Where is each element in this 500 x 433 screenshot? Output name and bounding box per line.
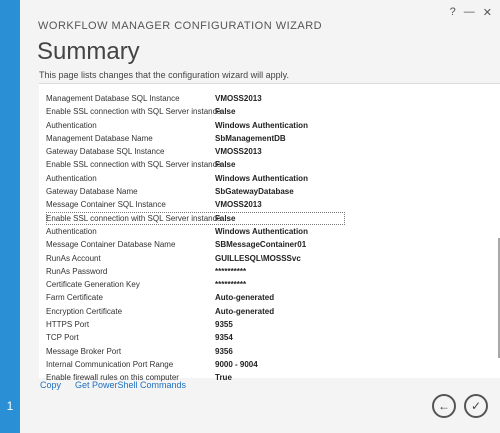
- row-key: Farm Certificate: [46, 293, 103, 303]
- minimize-icon[interactable]: —: [464, 6, 475, 19]
- row-key: Enable SSL connection with SQL Server in…: [46, 160, 222, 170]
- row-value: False: [215, 213, 236, 223]
- summary-row[interactable]: Management Database SQL Instance VMOSS201…: [46, 92, 495, 105]
- row-value: **********: [215, 266, 247, 276]
- summary-row[interactable]: Internal Communication Port Range 9000 - …: [46, 358, 495, 371]
- row-value: False: [215, 107, 236, 117]
- summary-panel[interactable]: Management Database SQL Instance VMOSS201…: [39, 83, 500, 382]
- row-value: VMOSS2013: [215, 147, 262, 157]
- summary-row[interactable]: Authentication Windows Authentication: [46, 172, 495, 185]
- summary-row[interactable]: Gateway Database SQL Instance VMOSS2013: [46, 145, 495, 158]
- row-key: Gateway Database Name: [46, 187, 138, 197]
- row-key: Internal Communication Port Range: [46, 359, 174, 369]
- row-value: VMOSS2013: [215, 200, 262, 210]
- window-controls: ? — ✕: [450, 6, 492, 19]
- row-key: Management Database SQL Instance: [46, 94, 180, 103]
- row-value: Windows Authentication: [215, 226, 308, 236]
- row-key: Authentication: [46, 226, 97, 236]
- back-arrow-icon: ←: [438, 399, 450, 413]
- back-button[interactable]: ←: [432, 394, 456, 418]
- wizard-title: WORKFLOW MANAGER CONFIGURATION WIZARD: [38, 20, 323, 32]
- row-key: TCP Port: [46, 333, 79, 343]
- row-key: Management Database Name: [46, 133, 153, 143]
- summary-row[interactable]: RunAs Account GUILLESQL\MOSSSvc: [46, 252, 495, 265]
- row-key: RunAs Account: [46, 253, 101, 263]
- row-value: 9355: [215, 320, 233, 330]
- row-value: Windows Authentication: [215, 173, 308, 183]
- summary-row[interactable]: Authentication Windows Authentication: [46, 225, 495, 238]
- summary-row[interactable]: RunAs Password **********: [46, 265, 495, 278]
- apply-button[interactable]: ✓: [464, 394, 488, 418]
- row-value: SbGatewayDatabase: [215, 187, 294, 197]
- row-value: **********: [215, 280, 247, 290]
- step-number: 1: [6, 399, 14, 413]
- summary-row[interactable]: Enable SSL connection with SQL Server in…: [46, 105, 495, 118]
- summary-row[interactable]: Message Container Database Name SBMessage…: [46, 238, 495, 251]
- summary-list: Management Database SQL Instance VMOSS201…: [46, 92, 495, 385]
- summary-row[interactable]: TCP Port 9354: [46, 331, 495, 344]
- summary-row[interactable]: Gateway Database Name SbGatewayDatabase: [46, 185, 495, 198]
- row-key: Gateway Database SQL Instance: [46, 147, 165, 157]
- row-value: SBMessageContainer01: [215, 240, 307, 250]
- checkmark-icon: ✓: [470, 399, 482, 413]
- copy-link[interactable]: Copy: [40, 380, 61, 390]
- summary-row-selected[interactable]: Enable SSL connection with SQL Server in…: [46, 211, 345, 225]
- row-value: 9354: [215, 333, 233, 343]
- wizard-navigation: ← ✓: [432, 394, 488, 418]
- row-key: Certificate Generation Key: [46, 280, 140, 290]
- row-value: Windows Authentication: [215, 120, 308, 130]
- get-powershell-commands-link[interactable]: Get PowerShell Commands: [75, 380, 186, 390]
- row-key: Authentication: [46, 173, 97, 183]
- row-key: Message Container Database Name: [46, 240, 176, 250]
- row-key: Authentication: [46, 120, 97, 130]
- row-value: 9356: [215, 346, 233, 356]
- row-value: VMOSS2013: [215, 94, 262, 103]
- summary-row[interactable]: Certificate Generation Key **********: [46, 278, 495, 291]
- row-value: GUILLESQL\MOSSSvc: [215, 253, 301, 263]
- summary-row[interactable]: Enable SSL connection with SQL Server in…: [46, 158, 495, 171]
- row-value: Auto-generated: [215, 306, 275, 316]
- summary-row[interactable]: Management Database Name SbManagementDB: [46, 132, 495, 145]
- row-value: False: [215, 160, 236, 170]
- step-sidebar: 1: [0, 0, 20, 433]
- close-icon[interactable]: ✕: [483, 6, 492, 19]
- row-value: SbManagementDB: [215, 133, 286, 143]
- row-value: True: [215, 373, 232, 383]
- row-key: Enable SSL connection with SQL Server in…: [46, 107, 222, 117]
- summary-row[interactable]: Authentication Windows Authentication: [46, 119, 495, 132]
- row-key: HTTPS Port: [46, 320, 90, 330]
- summary-row[interactable]: Encryption Certificate Auto-generated: [46, 305, 495, 318]
- row-key: Message Container SQL Instance: [46, 200, 166, 210]
- row-key: Encryption Certificate: [46, 306, 123, 316]
- wizard-window: ? — ✕ WORKFLOW MANAGER CONFIGURATION WIZ…: [20, 0, 500, 433]
- page-title: Summary: [37, 38, 140, 65]
- help-icon[interactable]: ?: [450, 6, 456, 19]
- row-key: Enable SSL connection with SQL Server in…: [46, 213, 222, 223]
- page-description: This page lists changes that the configu…: [39, 70, 289, 80]
- row-key: RunAs Password: [46, 266, 108, 276]
- summary-row[interactable]: HTTPS Port 9355: [46, 318, 495, 331]
- row-value: Auto-generated: [215, 293, 275, 303]
- action-links: Copy Get PowerShell Commands: [40, 380, 186, 390]
- summary-row[interactable]: Message Container SQL Instance VMOSS2013: [46, 198, 495, 211]
- row-value: 9000 - 9004: [215, 359, 258, 369]
- row-key: Message Broker Port: [46, 346, 122, 356]
- summary-row[interactable]: Message Broker Port 9356: [46, 345, 495, 358]
- summary-row[interactable]: Farm Certificate Auto-generated: [46, 291, 495, 304]
